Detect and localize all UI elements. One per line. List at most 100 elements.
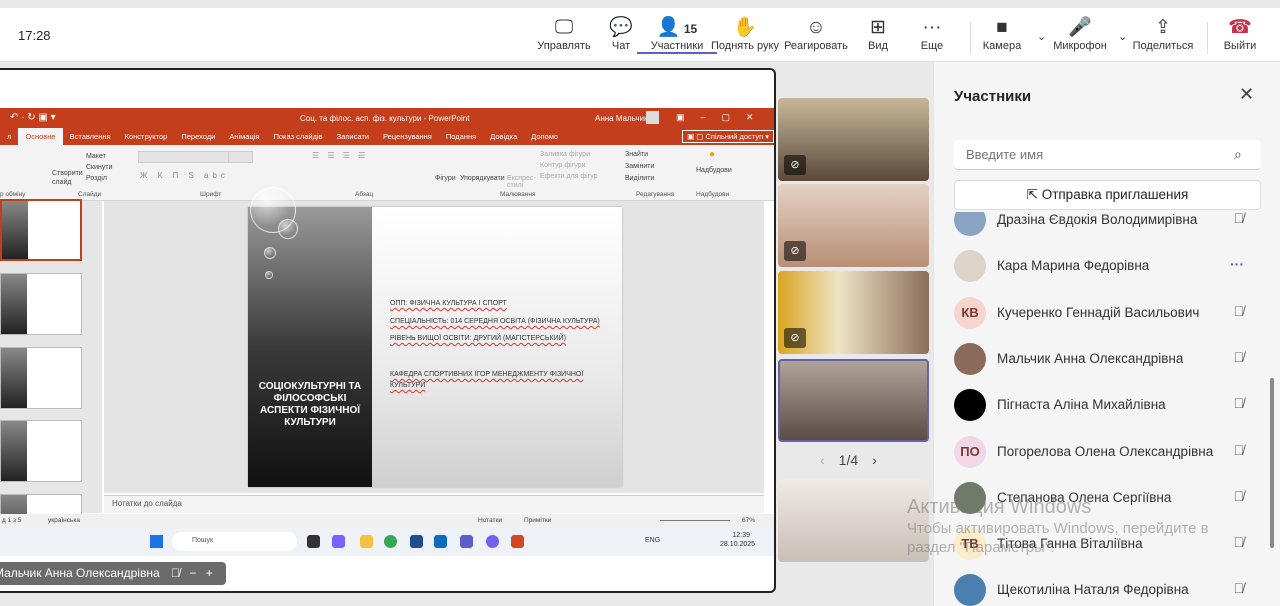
font-size-select[interactable] — [228, 151, 253, 163]
send-invite-button[interactable]: ⇱ Отправка приглашения — [954, 180, 1261, 210]
ppt-tab[interactable]: Анімація — [222, 132, 266, 141]
video-tile-active[interactable] — [778, 359, 929, 442]
slide-thumbnail[interactable] — [0, 347, 82, 409]
notes-toggle[interactable]: Нотатки — [478, 517, 502, 524]
more-options-icon[interactable]: ··· — [1230, 256, 1244, 272]
input-language[interactable]: ENG — [645, 537, 660, 544]
ppt-tab[interactable]: Довідка — [483, 132, 524, 141]
hand-icon: ✋ — [733, 17, 757, 38]
video-tile[interactable] — [778, 479, 929, 562]
slide-counter: д 1 з 5 — [2, 517, 22, 524]
slide-thumbnail[interactable] — [0, 273, 82, 335]
window-controls[interactable]: ▣–▢✕ — [676, 112, 770, 123]
mic-button[interactable]: 🎤 Микрофон — [1040, 16, 1120, 52]
participant-row[interactable]: КВ Кучеренко Геннадій Васильович 🎙̸ — [934, 290, 1264, 336]
tab-file[interactable]: л — [0, 132, 18, 141]
arrange-button[interactable]: Упорядкувати — [460, 175, 505, 182]
leave-label: Выйти — [1223, 40, 1257, 52]
ppt-tab[interactable]: Вставлення — [63, 132, 118, 141]
powerpoint-icon[interactable] — [511, 535, 524, 548]
comments-toggle[interactable]: Примітки — [524, 517, 551, 524]
participant-row[interactable]: Пігнаста Аліна Михайлівна 🎙̸ — [934, 382, 1264, 428]
participant-row[interactable]: Дразіна Євдокія Володимирівна 🎙̸ — [934, 212, 1264, 243]
quick-access-icons[interactable]: ↶ · ↻ ▣ ▾ — [10, 112, 56, 123]
next-page-button[interactable]: › — [872, 452, 877, 468]
new-slide-button[interactable]: Створити слайд — [52, 169, 84, 187]
ppt-tab[interactable]: Показ слайдів — [267, 132, 330, 141]
ppt-tab[interactable]: Основне — [18, 128, 63, 145]
participant-row[interactable]: Кара Марина Федорівна ··· — [934, 243, 1264, 289]
video-tile[interactable]: ⊘ — [778, 184, 929, 267]
addins-button[interactable]: Надбудови — [696, 167, 732, 174]
share-icon: ⇪ — [1155, 17, 1171, 38]
slide-thumbnail[interactable] — [0, 420, 82, 482]
language-indicator[interactable]: українська — [48, 517, 80, 524]
slide-thumbnails[interactable] — [0, 199, 102, 556]
chevron-down-icon[interactable]: ⌄ — [1037, 30, 1046, 43]
copilot-icon[interactable] — [332, 535, 345, 548]
divider — [1207, 22, 1208, 54]
outlook-icon[interactable] — [434, 535, 447, 548]
ppt-tab[interactable]: Конструктор — [118, 132, 175, 141]
participant-row[interactable]: Щекотиліна Наталя Федорівна 🎙̸ — [934, 567, 1264, 606]
slide-thumbnail[interactable] — [0, 199, 82, 261]
quick-styles-button[interactable]: Експрес-стилі — [507, 175, 536, 189]
ppt-tab[interactable]: Допомо — [524, 132, 565, 141]
video-tile[interactable]: ⊘ — [778, 98, 929, 181]
viber-icon[interactable] — [486, 535, 499, 548]
shape-outline-button[interactable]: Контур фігури — [540, 160, 598, 171]
ribbon-group-label: Малювання — [500, 191, 536, 198]
search-icon: ⌕ — [1234, 146, 1242, 162]
leave-button[interactable]: ☎ Выйти — [1200, 16, 1280, 52]
slide-editor[interactable]: СОЦІОКУЛЬТУРНІ ТА ФІЛОСОФСЬКІ АСПЕКТИ ФІ… — [104, 187, 764, 493]
reset-button[interactable]: Скинути — [86, 162, 113, 173]
paragraph-buttons[interactable]: ☰ ☰ ☰ ☰ — [312, 151, 368, 160]
task-view-icon[interactable] — [307, 535, 320, 548]
avatar: КВ — [954, 296, 986, 329]
ppt-tab[interactable]: Переходи — [174, 132, 222, 141]
participant-search-input[interactable] — [954, 140, 1261, 170]
raise-hand-button[interactable]: ✋ Поднять руку — [705, 16, 785, 52]
clock[interactable]: 12:39 28.10.2025 — [720, 531, 755, 549]
panel-scrollbar[interactable] — [1270, 378, 1274, 548]
explorer-icon[interactable] — [360, 535, 373, 548]
select-button[interactable]: Виділити — [625, 173, 654, 185]
ppt-tab[interactable]: Подання — [439, 132, 483, 141]
section-button[interactable]: Розділ — [86, 173, 113, 184]
replace-button[interactable]: Замінити — [625, 161, 654, 173]
shapes-button[interactable]: Фігури — [435, 175, 456, 182]
share-button[interactable]: ⇪ Поделиться — [1123, 16, 1203, 52]
ppt-tab[interactable]: Рецензування — [376, 132, 439, 141]
share-button[interactable]: ▣ ▢ Спільний доступ ▾ — [682, 130, 774, 143]
font-format-buttons[interactable]: Ж К П S abc — [140, 171, 229, 180]
zoom-slider[interactable] — [660, 520, 730, 521]
participant-row[interactable]: Степанова Олена Сергіївна 🎙̸ — [934, 475, 1264, 521]
ppt-tab[interactable]: Записати — [330, 132, 376, 141]
participant-row[interactable]: ТВ Тітова Ганна Віталіївна 🎙̸ — [934, 521, 1264, 567]
shape-fill-button[interactable]: Заливка фігури — [540, 149, 598, 160]
participant-row[interactable]: Мальчик Анна Олександрівна 🎙̸ — [934, 336, 1264, 382]
shape-effects-button[interactable]: Ефекти для фігур — [540, 171, 598, 182]
teams-icon[interactable] — [460, 535, 473, 548]
chevron-down-icon[interactable]: ⌄ — [1118, 30, 1127, 43]
start-icon[interactable] — [150, 535, 163, 548]
find-button[interactable]: Знайти — [625, 149, 654, 161]
participant-row[interactable]: ПО Погорелова Олена Олександрівна 🎙̸ — [934, 429, 1264, 475]
prev-page-button[interactable]: ‹ — [820, 452, 825, 468]
zoom-in-button[interactable]: + — [206, 566, 213, 580]
slide-notes[interactable]: Нотатки до слайда — [104, 495, 764, 513]
mic-off-icon: ⊘ — [784, 155, 806, 175]
taskbar-search[interactable]: Пошук — [172, 532, 297, 551]
video-tile[interactable]: ⊘ — [778, 271, 929, 354]
slide-dark-panel: СОЦІОКУЛЬТУРНІ ТА ФІЛОСОФСЬКІ АСПЕКТИ ФІ… — [248, 187, 372, 487]
store-icon[interactable] — [410, 535, 423, 548]
zoom-out-button[interactable]: − — [189, 566, 196, 580]
ppt-titlebar: ↶ · ↻ ▣ ▾ Соц. та філос. асп. фіз. культ… — [0, 108, 774, 128]
chrome-icon[interactable] — [384, 535, 397, 548]
slide-line: РІВЕНЬ ВИЩОЇ ОСВІТИ: ДРУГИЙ (МАГІСТЕРСЬК… — [390, 335, 566, 342]
camera-button[interactable]: ■ Камера — [962, 16, 1042, 52]
close-panel-button[interactable]: ✕ — [1239, 84, 1254, 105]
more-button[interactable]: ··· Еще — [892, 16, 972, 52]
meeting-timer: 17:28 — [18, 28, 51, 43]
layout-button[interactable]: Макет — [86, 151, 113, 162]
